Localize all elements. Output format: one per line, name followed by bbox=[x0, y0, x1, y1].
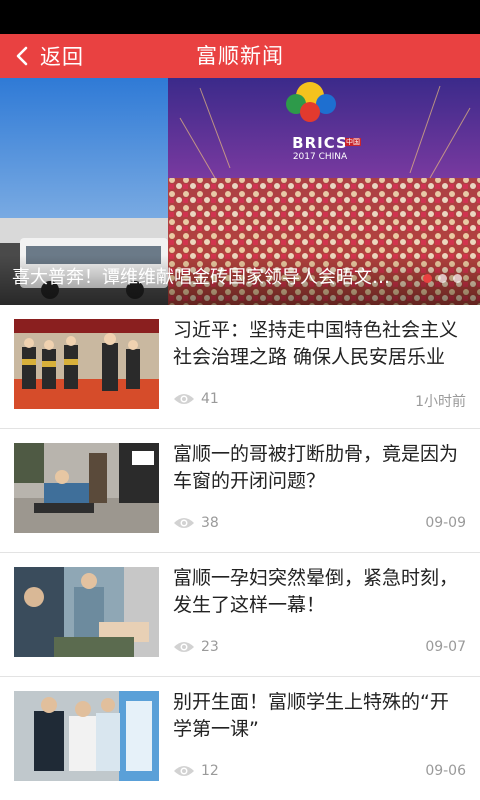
view-count-value: 41 bbox=[201, 391, 219, 407]
news-title: 别开生面！富顺学生上特殊的“开学第一课” bbox=[173, 691, 449, 740]
news-list: 习近平：坚持走中国特色社会主义社会治理之路 确保人民安居乐业 41 1小时前 富… bbox=[0, 305, 480, 800]
banner-dot[interactable] bbox=[423, 274, 432, 283]
news-thumbnail bbox=[14, 691, 159, 781]
banner-pagination bbox=[423, 274, 462, 283]
publish-time: 09-06 bbox=[425, 763, 466, 779]
view-count-value: 12 bbox=[201, 763, 219, 779]
list-item[interactable]: 别开生面！富顺学生上特殊的“开学第一课” 12 09-06 bbox=[0, 677, 480, 800]
news-thumbnail bbox=[14, 443, 159, 533]
news-title: 习近平：坚持走中国特色社会主义社会治理之路 确保人民安居乐业 bbox=[173, 319, 458, 368]
view-count: 12 bbox=[173, 763, 219, 779]
banner-logo-seal: 中国 bbox=[345, 138, 361, 146]
banner-carousel[interactable]: 喜大普奔！谭维维献唱金砖国家领导人会晤文艺晚会 BRICS 2017 CHINA… bbox=[0, 78, 480, 305]
news-thumbnail bbox=[14, 319, 159, 409]
publish-time: 1小时前 bbox=[415, 394, 466, 410]
news-title: 富顺一孕妇突然晕倒，紧急时刻，发生了这样一幕！ bbox=[173, 567, 458, 616]
view-count: 41 bbox=[173, 391, 219, 407]
eye-icon bbox=[174, 394, 194, 404]
eye-icon bbox=[174, 518, 194, 528]
list-item[interactable]: 富顺一孕妇突然晕倒，紧急时刻，发生了这样一幕！ 23 09-07 bbox=[0, 553, 480, 677]
nav-bar: 返回 富顺新闻 bbox=[0, 34, 480, 78]
view-count: 38 bbox=[173, 515, 219, 531]
publish-time: 09-07 bbox=[425, 639, 466, 655]
banner-dot[interactable] bbox=[453, 274, 462, 283]
back-button[interactable]: 返回 bbox=[0, 34, 110, 78]
view-count-value: 23 bbox=[201, 639, 219, 655]
status-bar bbox=[0, 0, 480, 34]
list-item[interactable]: 习近平：坚持走中国特色社会主义社会治理之路 确保人民安居乐业 41 1小时前 bbox=[0, 305, 480, 429]
view-count: 23 bbox=[173, 639, 219, 655]
eye-icon bbox=[174, 642, 194, 652]
news-thumbnail bbox=[14, 567, 159, 657]
chevron-left-icon bbox=[16, 46, 28, 66]
banner-dot[interactable] bbox=[438, 274, 447, 283]
news-title: 富顺一的哥被打断肋骨，竟是因为车窗的开闭问题？ bbox=[173, 443, 458, 492]
publish-time: 09-09 bbox=[425, 515, 466, 531]
banner-logo-sub: 2017 CHINA bbox=[292, 152, 348, 162]
list-item[interactable]: 富顺一的哥被打断肋骨，竟是因为车窗的开闭问题？ 38 09-09 bbox=[0, 429, 480, 553]
view-count-value: 38 bbox=[201, 515, 219, 531]
back-label: 返回 bbox=[40, 45, 84, 69]
eye-icon bbox=[174, 766, 194, 776]
banner-caption: 喜大普奔！谭维维献唱金砖国家领导人会晤文艺晚会 bbox=[12, 267, 407, 288]
